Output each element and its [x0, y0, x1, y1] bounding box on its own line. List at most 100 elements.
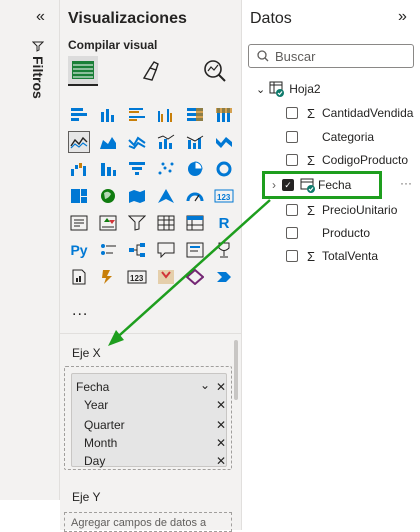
100-stacked-bar-icon[interactable]	[184, 104, 206, 126]
field-name: Producto	[322, 226, 371, 240]
treemap-icon[interactable]	[68, 185, 90, 207]
goals-icon[interactable]	[213, 239, 235, 261]
search-icon	[257, 50, 269, 62]
field-name: CantidadVendida	[322, 106, 414, 120]
gauge-icon[interactable]	[184, 185, 206, 207]
field-checkbox[interactable]	[286, 107, 298, 119]
field-name: TotalVenta	[322, 249, 379, 263]
field-row[interactable]: Σ PrecioUnitario	[286, 201, 397, 219]
remove-month-icon[interactable]: ✕	[216, 436, 226, 450]
field-chip: Fecha ⌄ ✕ Year ✕ Quarter ✕ Month ✕ Day ✕	[71, 373, 227, 468]
table-node[interactable]: ⌄ Hoja2	[256, 80, 321, 98]
remove-quarter-icon[interactable]: ✕	[216, 418, 226, 432]
search-placeholder: Buscar	[275, 48, 316, 64]
format-visual-tab[interactable]	[136, 56, 166, 86]
fecha-highlight-box	[262, 171, 382, 199]
remove-year-icon[interactable]: ✕	[216, 398, 226, 412]
collapse-filters-icon[interactable]: «	[36, 8, 45, 26]
table-icon[interactable]	[155, 212, 177, 234]
x-axis-well[interactable]: Fecha ⌄ ✕ Year ✕ Quarter ✕ Month ✕ Day ✕	[64, 366, 232, 470]
field-checkbox[interactable]	[286, 250, 298, 262]
chevron-down-icon[interactable]: ⌄	[200, 378, 210, 392]
hierarchy-month: Month	[84, 436, 118, 450]
data-title: Datos	[250, 10, 292, 27]
multi-row-card-icon[interactable]	[68, 212, 90, 234]
field-row[interactable]: Categoria	[286, 128, 374, 146]
visualizations-title: Visualizaciones	[68, 10, 187, 27]
pie-chart-icon[interactable]	[184, 158, 206, 180]
map-icon[interactable]	[97, 185, 119, 207]
kpi-icon[interactable]	[97, 212, 119, 234]
metrics-icon[interactable]	[155, 266, 177, 288]
sigma-icon: Σ	[306, 202, 316, 218]
field-name: CodigoProducto	[322, 153, 409, 167]
table-icon	[269, 81, 285, 97]
stacked-bar-chart-icon[interactable]	[68, 104, 90, 126]
y-axis-label: Eje Y	[72, 490, 101, 504]
card-icon[interactable]: 123	[213, 185, 235, 207]
field-row[interactable]: Σ CantidadVendida	[286, 104, 413, 122]
scrollbar[interactable]	[234, 340, 238, 400]
filters-pane-toggle[interactable]: Filtros	[30, 40, 46, 99]
filter-icon	[30, 40, 46, 52]
field-checkbox[interactable]	[286, 131, 298, 143]
azure-map-icon[interactable]	[155, 185, 177, 207]
decomposition-tree-icon[interactable]	[126, 239, 148, 261]
hierarchy-year: Year	[84, 398, 109, 412]
field-name: PrecioUnitario	[322, 203, 398, 217]
qna-icon[interactable]	[155, 239, 177, 261]
field-row[interactable]: Producto	[286, 224, 370, 242]
matrix-icon[interactable]	[184, 212, 206, 234]
field-row[interactable]: Σ TotalVenta	[286, 247, 378, 265]
field-checkbox[interactable]	[286, 227, 298, 239]
more-options-button[interactable]: ···	[400, 176, 412, 190]
scatter-chart-icon[interactable]	[155, 158, 177, 180]
y-axis-well[interactable]: Agregar campos de datos a	[64, 512, 232, 532]
clustered-column-chart-icon[interactable]	[155, 104, 177, 126]
remove-day-icon[interactable]: ✕	[216, 454, 226, 468]
chevron-down-icon[interactable]: ⌄	[256, 83, 265, 96]
r-visual-icon[interactable]: R	[213, 212, 235, 234]
data-pane: Datos » Buscar ⌄ Hoja2 Σ CantidadVendida…	[242, 0, 420, 530]
filters-label: Filtros	[30, 56, 46, 99]
search-input[interactable]: Buscar	[248, 44, 414, 68]
100-stacked-column-icon[interactable]	[213, 104, 235, 126]
funnel-chart-icon[interactable]	[126, 158, 148, 180]
ribbon-chart-icon[interactable]	[213, 131, 235, 153]
field-checkbox[interactable]	[286, 154, 298, 166]
analytics-tab[interactable]	[200, 56, 230, 86]
stacked-area-chart-icon[interactable]	[126, 131, 148, 153]
sigma-icon: Σ	[306, 248, 316, 264]
more-visuals-button[interactable]: ...	[72, 302, 88, 320]
python-visual-icon[interactable]: Py	[68, 239, 90, 261]
field-checkbox[interactable]	[286, 204, 298, 216]
build-visual-label: Compilar visual	[68, 38, 158, 52]
visual-types-grid: 123 R Py 123	[68, 104, 235, 288]
line-stacked-column-icon[interactable]	[184, 131, 206, 153]
collapse-data-icon[interactable]: »	[398, 8, 407, 26]
svg-text:123: 123	[217, 193, 231, 202]
field-row[interactable]: Σ CodigoProducto	[286, 151, 408, 169]
waterfall-chart-icon[interactable]	[68, 158, 90, 180]
line-clustered-column-icon[interactable]	[155, 131, 177, 153]
filled-map-icon[interactable]	[126, 185, 148, 207]
stacked-column-chart-icon[interactable]	[97, 104, 119, 126]
smart-narrative-icon[interactable]	[184, 239, 206, 261]
scatter-column-icon[interactable]	[97, 158, 119, 180]
area-chart-icon[interactable]	[97, 131, 119, 153]
power-apps-icon[interactable]: 123	[126, 266, 148, 288]
slicer-icon[interactable]	[126, 212, 148, 234]
line-chart-icon[interactable]	[68, 131, 90, 153]
key-influencers-icon[interactable]	[97, 239, 119, 261]
remove-field-icon[interactable]: ✕	[216, 380, 226, 394]
power-automate-icon[interactable]	[97, 266, 119, 288]
power-bi-icon[interactable]	[184, 266, 206, 288]
clustered-bar-chart-icon[interactable]	[126, 104, 148, 126]
sigma-icon: Σ	[306, 105, 316, 121]
field-name: Categoria	[322, 130, 375, 144]
paginated-report-icon[interactable]	[68, 266, 90, 288]
chevron-forward-icon[interactable]	[213, 266, 235, 288]
x-axis-label: Eje X	[72, 346, 101, 360]
donut-chart-icon[interactable]	[213, 158, 235, 180]
build-visual-tab[interactable]	[68, 56, 98, 86]
